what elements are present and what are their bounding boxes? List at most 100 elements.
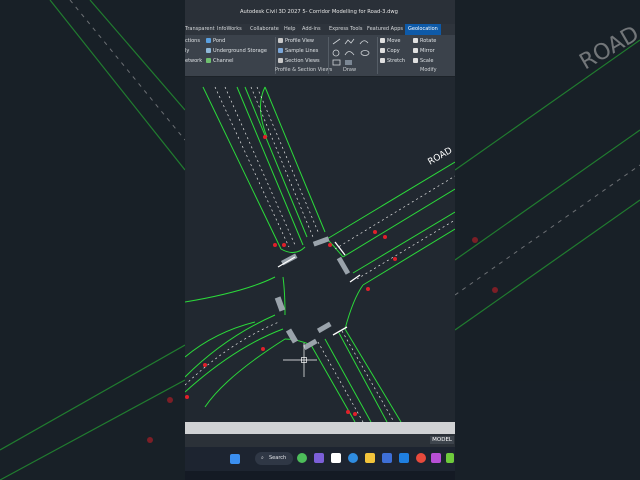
annotation-marker xyxy=(353,412,357,416)
store-icon[interactable] xyxy=(382,453,392,463)
profile-view-label: Profile View xyxy=(285,38,315,44)
search-label: Search xyxy=(269,455,287,461)
crosswalk xyxy=(312,236,330,247)
profile-view-icon xyxy=(278,38,283,43)
move-label: Move xyxy=(387,38,401,44)
line-tool-icon[interactable] xyxy=(332,38,341,45)
panel-modify[interactable]: Modify xyxy=(420,67,437,73)
sample-lines-icon xyxy=(278,48,283,53)
section-views-button[interactable]: Section Views xyxy=(278,58,320,64)
ribbon-item-ly[interactable]: ly xyxy=(185,48,189,54)
panel-draw[interactable]: Draw xyxy=(343,67,356,73)
spline-tool-icon[interactable] xyxy=(359,40,369,45)
annotation-marker xyxy=(366,287,370,291)
circle-tool-icon[interactable] xyxy=(332,49,340,57)
annotation-marker xyxy=(263,135,267,139)
annotation-marker xyxy=(383,235,387,239)
polyline-tool-icon[interactable] xyxy=(344,38,355,45)
rectangle-tool-icon[interactable] xyxy=(332,59,341,66)
window-title: Autodesk Civil 3D 2027 5- Corridor Model… xyxy=(240,9,398,15)
tab-infoworks[interactable]: InfoWorks xyxy=(217,26,242,32)
civil3d-taskbar-icon[interactable] xyxy=(431,453,441,463)
underground-storage-button[interactable]: Underground Storage xyxy=(206,48,267,54)
arc-tool-icon[interactable] xyxy=(344,51,355,56)
app-icon[interactable] xyxy=(446,453,454,463)
road-edge xyxy=(352,211,455,274)
move-button[interactable]: Move xyxy=(380,38,400,44)
road-edge xyxy=(260,86,268,138)
ribbon-item-actions[interactable]: ctions xyxy=(185,38,200,44)
stop-line xyxy=(332,326,348,336)
ellipse-tool-icon[interactable] xyxy=(360,50,370,56)
mirror-label: Mirror xyxy=(420,48,435,54)
lane-marking xyxy=(334,175,455,250)
draw-tools xyxy=(332,38,370,66)
annotation-marker xyxy=(273,243,277,247)
section-views-icon xyxy=(278,58,283,63)
ribbon-item-network[interactable]: etwork xyxy=(185,58,202,64)
road-edge xyxy=(264,86,326,233)
scale-button[interactable]: Scale xyxy=(413,58,433,64)
profile-view-button[interactable]: Profile View xyxy=(278,38,314,44)
mirror-icon xyxy=(413,48,418,53)
road-edge xyxy=(344,328,402,422)
rotate-label: Rotate xyxy=(420,38,437,44)
tab-transparent[interactable]: Transparent xyxy=(185,26,215,32)
tab-add-ins[interactable]: Add-ins xyxy=(302,26,321,32)
road-label: ROAD xyxy=(427,146,455,168)
mail-icon[interactable] xyxy=(331,453,341,463)
edge-browser-icon[interactable] xyxy=(348,453,358,463)
channel-label: Channel xyxy=(213,58,234,64)
sample-lines-button[interactable]: Sample Lines xyxy=(278,48,318,54)
hatch-tool-icon[interactable] xyxy=(345,60,352,65)
road-edge xyxy=(185,328,284,393)
model-space-button[interactable]: MODEL xyxy=(430,436,454,444)
tab-express-tools[interactable]: Express Tools xyxy=(329,26,362,32)
road-edge xyxy=(244,86,308,238)
annotation-marker xyxy=(185,395,189,399)
tab-featured-apps[interactable]: Featured Apps xyxy=(367,26,403,32)
app-icon[interactable] xyxy=(297,453,307,463)
rotate-button[interactable]: Rotate xyxy=(413,38,436,44)
start-icon[interactable] xyxy=(230,454,240,464)
mirror-button[interactable]: Mirror xyxy=(413,48,435,54)
model-space-viewport[interactable]: ROAD xyxy=(185,77,455,422)
lane-marking xyxy=(185,321,280,386)
island-curve xyxy=(280,246,306,253)
tab-help[interactable]: Help xyxy=(284,26,295,32)
background-road-label: ROAD xyxy=(576,21,640,75)
road-edge xyxy=(236,86,304,246)
annotation-marker xyxy=(203,363,207,367)
file-explorer-icon[interactable] xyxy=(365,453,375,463)
copy-button[interactable]: Copy xyxy=(380,48,400,54)
copy-icon xyxy=(380,48,385,53)
annotation-marker xyxy=(261,347,265,351)
windows-taskbar: ⌕ Search xyxy=(185,447,455,471)
copilot-icon[interactable] xyxy=(314,453,324,463)
annotation-marker xyxy=(282,243,286,247)
lane-marking xyxy=(317,341,364,422)
horizontal-scrollbar[interactable] xyxy=(185,422,455,434)
background-right-roads: ROAD xyxy=(455,21,640,331)
title-bar: Autodesk Civil 3D 2027 5- Corridor Model… xyxy=(185,0,455,24)
move-icon xyxy=(380,38,385,43)
crosswalk xyxy=(302,338,318,351)
ribbon-panel: ctions ly etwork Pond Underground Storag… xyxy=(185,35,455,77)
status-bar: MODEL xyxy=(185,434,455,447)
pond-button[interactable]: Pond xyxy=(206,38,225,44)
chrome-icon[interactable] xyxy=(416,453,426,463)
storage-icon xyxy=(206,48,211,53)
channel-button[interactable]: Channel xyxy=(206,58,234,64)
road-edge xyxy=(185,314,276,378)
underground-storage-label: Underground Storage xyxy=(213,48,267,54)
taskbar-search[interactable]: ⌕ Search xyxy=(255,452,293,465)
tab-collaborate[interactable]: Collaborate xyxy=(250,26,279,32)
background-left xyxy=(0,0,185,480)
panel-profile-section[interactable]: Profile & Section Views xyxy=(275,67,332,73)
crosswalk xyxy=(316,321,332,334)
scale-label: Scale xyxy=(420,58,434,64)
intersection-drawing: ROAD xyxy=(185,86,455,422)
outlook-icon[interactable] xyxy=(399,453,409,463)
tab-geolocation[interactable]: Geolocation xyxy=(405,24,441,35)
stretch-button[interactable]: Stretch xyxy=(380,58,405,64)
